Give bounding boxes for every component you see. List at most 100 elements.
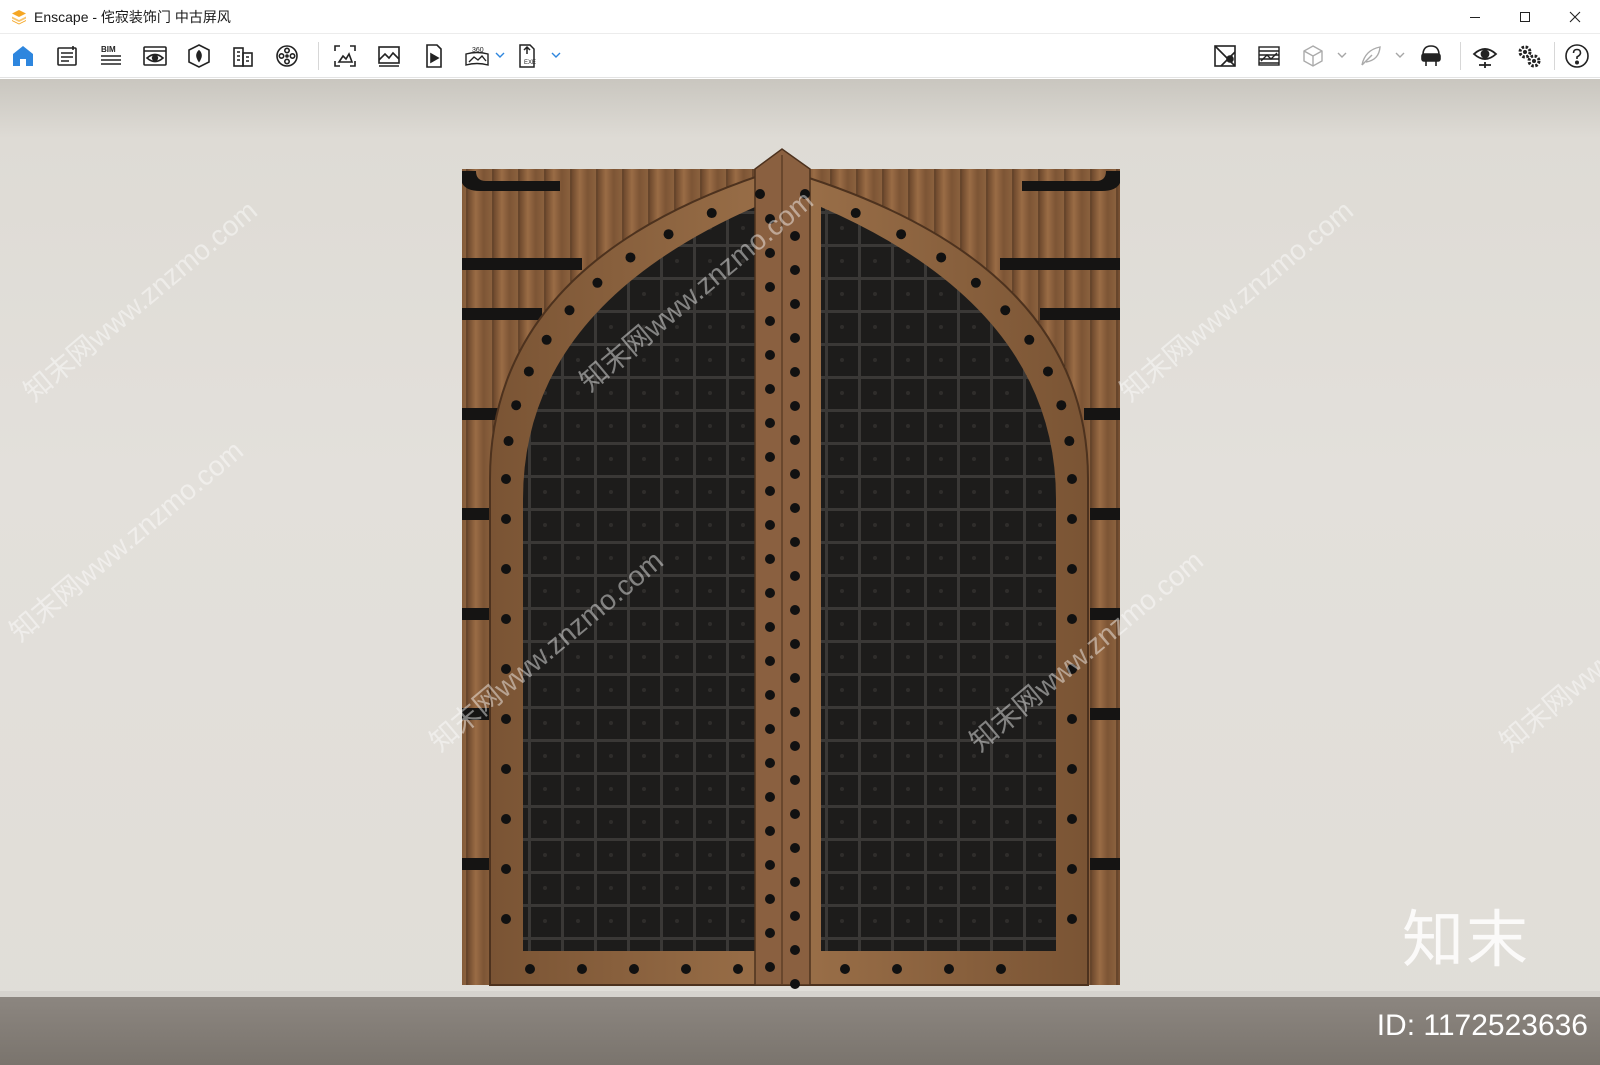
iron-stud bbox=[525, 964, 535, 974]
asset-library-button[interactable] bbox=[182, 40, 216, 72]
iron-stud bbox=[790, 911, 800, 921]
view-eye-icon bbox=[143, 46, 167, 66]
iron-stud bbox=[765, 724, 775, 734]
iron-stud bbox=[523, 366, 534, 377]
iron-stud bbox=[850, 208, 861, 219]
iron-stud bbox=[790, 605, 800, 615]
iron-stud bbox=[1067, 614, 1077, 624]
material-icon bbox=[1258, 46, 1280, 66]
iron-stud bbox=[765, 690, 775, 700]
iron-stud bbox=[892, 964, 902, 974]
iron-stud bbox=[765, 962, 775, 972]
panorama-dropdown[interactable] bbox=[494, 48, 506, 62]
chevron-down-icon bbox=[551, 52, 561, 58]
toolbar-separator bbox=[1554, 42, 1555, 70]
maximize-button[interactable] bbox=[1500, 0, 1550, 34]
iron-stud bbox=[765, 316, 775, 326]
iron-stud bbox=[1056, 400, 1067, 411]
iron-stud bbox=[896, 229, 907, 240]
feather-icon bbox=[1361, 46, 1381, 66]
iron-stud bbox=[1064, 436, 1075, 447]
help-button[interactable] bbox=[1560, 40, 1594, 72]
batch-render-button[interactable] bbox=[416, 40, 450, 72]
asset-library-icon bbox=[188, 44, 210, 68]
settings-panel-button[interactable] bbox=[50, 40, 84, 72]
iron-stud bbox=[1067, 714, 1077, 724]
maximize-icon bbox=[1520, 12, 1530, 22]
iron-stud bbox=[790, 775, 800, 785]
iron-stud bbox=[790, 401, 800, 411]
iron-stud bbox=[790, 843, 800, 853]
export-button[interactable]: EXE bbox=[510, 40, 544, 72]
iron-stud bbox=[765, 554, 775, 564]
home-button[interactable] bbox=[6, 40, 40, 72]
iron-stud bbox=[503, 436, 514, 447]
panorama-button[interactable]: 360 bbox=[460, 40, 494, 72]
list-panel-icon bbox=[57, 46, 77, 66]
iron-stud bbox=[501, 564, 511, 574]
iron-stud bbox=[765, 384, 775, 394]
iron-stud bbox=[790, 503, 800, 513]
iron-stud bbox=[790, 809, 800, 819]
bim-button[interactable]: BIM bbox=[94, 40, 128, 72]
iron-stud bbox=[765, 486, 775, 496]
gallery-button[interactable] bbox=[372, 40, 406, 72]
map-button[interactable] bbox=[1208, 40, 1242, 72]
iron-stud bbox=[840, 964, 850, 974]
batch-render-icon bbox=[426, 44, 442, 68]
iron-stud bbox=[501, 514, 511, 524]
iron-stud bbox=[706, 208, 717, 219]
minimize-icon bbox=[1470, 17, 1480, 18]
iron-stud bbox=[577, 964, 587, 974]
export-dropdown[interactable] bbox=[550, 48, 562, 62]
export-exe-icon: EXE bbox=[519, 44, 536, 68]
enscape-logo-icon bbox=[12, 9, 26, 24]
video-editor-button[interactable] bbox=[270, 40, 304, 72]
iron-stud bbox=[681, 964, 691, 974]
svg-text:EXE: EXE bbox=[524, 60, 536, 66]
map-icon bbox=[1214, 45, 1236, 67]
vr-headset-button[interactable] bbox=[1414, 40, 1448, 72]
gears-icon bbox=[1518, 45, 1541, 68]
visual-settings-button[interactable] bbox=[1468, 40, 1502, 72]
iron-stud bbox=[1067, 864, 1077, 874]
id-watermark: ID: 1172523636 bbox=[1376, 1009, 1588, 1042]
iron-stud bbox=[790, 367, 800, 377]
views-button[interactable] bbox=[138, 40, 172, 72]
iron-stud bbox=[790, 469, 800, 479]
material-editor-button[interactable] bbox=[1252, 40, 1286, 72]
screenshot-button[interactable] bbox=[328, 40, 362, 72]
iron-stud bbox=[765, 792, 775, 802]
close-button[interactable] bbox=[1550, 0, 1600, 34]
buildings-button[interactable] bbox=[226, 40, 260, 72]
iron-stud bbox=[765, 894, 775, 904]
iron-stud bbox=[790, 945, 800, 955]
iron-stud bbox=[765, 656, 775, 666]
iron-stud bbox=[944, 964, 954, 974]
feather-button[interactable] bbox=[1354, 40, 1388, 72]
box-button[interactable] bbox=[1296, 40, 1330, 72]
minimize-button[interactable] bbox=[1450, 0, 1500, 34]
iron-stud bbox=[790, 299, 800, 309]
brand-watermark: 知末 bbox=[1401, 903, 1530, 976]
feather-dropdown[interactable] bbox=[1394, 48, 1406, 62]
toolbar: BIM 360 EXE bbox=[0, 34, 1600, 107]
iron-stud bbox=[790, 435, 800, 445]
iron-stud bbox=[765, 418, 775, 428]
iron-stud bbox=[541, 334, 552, 345]
settings-button[interactable] bbox=[1512, 40, 1546, 72]
iron-stud bbox=[765, 520, 775, 530]
iron-stud bbox=[592, 277, 603, 288]
box-dropdown[interactable] bbox=[1336, 48, 1348, 62]
iron-stud bbox=[1042, 366, 1053, 377]
render-viewport[interactable]: 知末网www.znzmo.com 知末网www.znzmo.com 知末网www… bbox=[0, 79, 1600, 1065]
iron-stud bbox=[790, 571, 800, 581]
toolbar-separator bbox=[1460, 42, 1461, 70]
iron-stud bbox=[765, 928, 775, 938]
window-title: Enscape - 侘寂装饰门 中古屏风 bbox=[34, 8, 231, 25]
box-icon bbox=[1303, 45, 1323, 67]
iron-stud bbox=[765, 350, 775, 360]
iron-stud bbox=[996, 964, 1006, 974]
film-reel-icon bbox=[276, 45, 298, 67]
iron-stud bbox=[790, 639, 800, 649]
